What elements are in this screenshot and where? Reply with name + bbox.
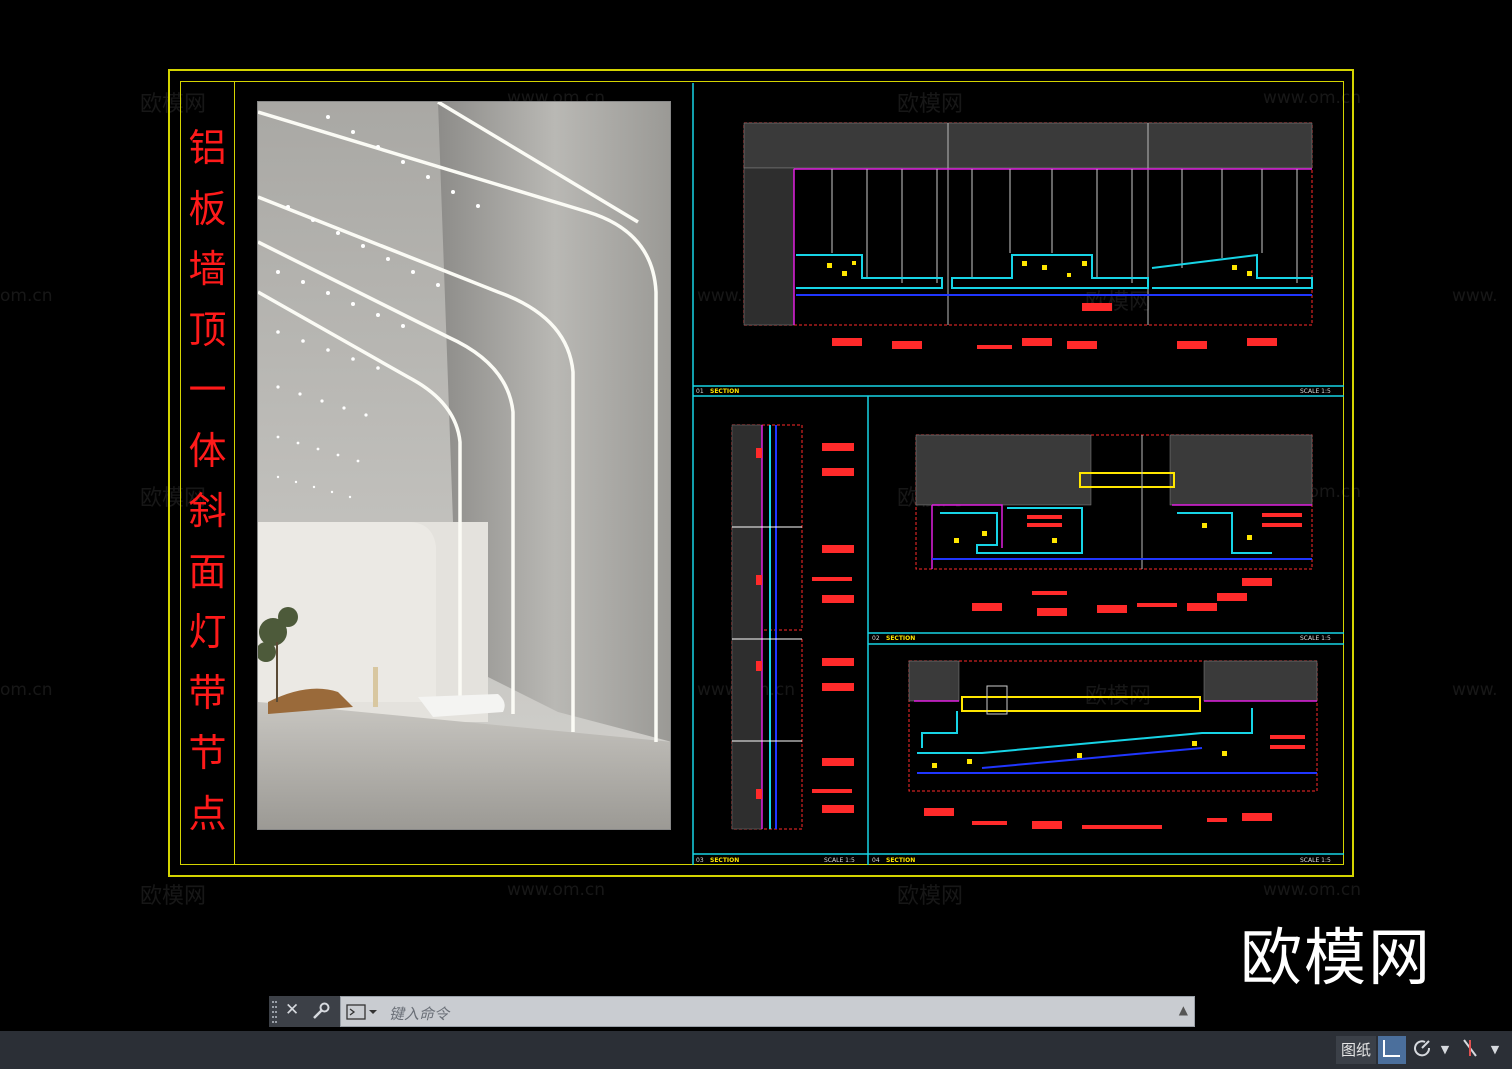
section-03-label: SECTION bbox=[710, 857, 739, 864]
sheet-title-char: 灯 bbox=[188, 610, 227, 654]
section-01-drawing bbox=[743, 122, 1313, 349]
section-01-label: SECTION bbox=[710, 388, 739, 395]
sheet-title-char: 面 bbox=[188, 549, 227, 594]
watermark-url: www.om.cn bbox=[1263, 880, 1362, 900]
section-01-scale: SCALE 1:5 bbox=[1300, 388, 1331, 395]
command-line-tools: ✕ bbox=[279, 996, 340, 1027]
status-bar: 图纸 ▼ ▼ bbox=[0, 1031, 1512, 1069]
watermark-url: om.cn bbox=[0, 286, 53, 306]
section-03-scale: SCALE 1:5 bbox=[824, 857, 855, 864]
command-placeholder: 键入命令 bbox=[389, 1005, 450, 1023]
section-02-label: SECTION bbox=[886, 635, 915, 642]
chevron-down-icon[interactable]: ▼ bbox=[1487, 1036, 1503, 1064]
section-02-drawing bbox=[915, 434, 1313, 616]
sheet-title-char: 铝 bbox=[188, 126, 227, 170]
cad-detail-area: 01 SECTION SCALE 1:5 02 SECTION SCALE 1:… bbox=[692, 83, 1344, 865]
wrench-icon[interactable] bbox=[311, 1001, 331, 1025]
sheet-title: 铝板墙顶一体斜面灯带节点 bbox=[180, 118, 235, 844]
sheet-title-char: 体 bbox=[188, 428, 227, 473]
ortho-icon[interactable] bbox=[1456, 1036, 1484, 1064]
chevron-up-icon[interactable]: ▲ bbox=[1179, 1003, 1188, 1017]
section-02-scale: SCALE 1:5 bbox=[1300, 635, 1331, 642]
section-04-drawing bbox=[908, 660, 1318, 829]
section-03-number: 03 bbox=[696, 857, 704, 864]
interior-render-image bbox=[257, 101, 671, 830]
terminal-icon[interactable] bbox=[346, 1004, 378, 1024]
section-04-scale: SCALE 1:5 bbox=[1300, 857, 1331, 864]
watermark-url: www. bbox=[1452, 680, 1498, 700]
watermark-url: om.cn bbox=[0, 680, 53, 700]
layout-tab-paper[interactable]: 图纸 bbox=[1336, 1036, 1376, 1064]
watermark-url: www. bbox=[1452, 286, 1498, 306]
sheet-title-char: 一 bbox=[188, 368, 227, 412]
command-line-grip[interactable] bbox=[269, 996, 279, 1027]
command-line: ✕ 键入命令 ▲ bbox=[269, 996, 1195, 1027]
sheet-title-char: 带 bbox=[188, 670, 227, 715]
sheet-title-char: 板 bbox=[188, 186, 227, 231]
grid-snap-icon[interactable] bbox=[1378, 1036, 1406, 1064]
section-04-number: 04 bbox=[872, 857, 880, 864]
sheet-title-char: 顶 bbox=[188, 307, 227, 352]
section-02-number: 02 bbox=[872, 635, 880, 642]
sheet-title-char: 节 bbox=[188, 731, 227, 775]
close-icon[interactable]: ✕ bbox=[285, 1000, 299, 1020]
watermark-brand: 欧模网 bbox=[140, 884, 207, 909]
sheet-title-char: 墙 bbox=[188, 247, 227, 291]
chevron-down-icon[interactable]: ▼ bbox=[1437, 1036, 1453, 1064]
command-input[interactable]: 键入命令 ▲ bbox=[340, 996, 1195, 1027]
section-01-number: 01 bbox=[696, 388, 704, 395]
watermark-url: www.om.cn bbox=[507, 880, 606, 900]
brand-logo: 欧模网 bbox=[1240, 921, 1433, 994]
sheet-title-char: 斜 bbox=[188, 489, 227, 533]
polar-tracking-icon[interactable] bbox=[1408, 1036, 1436, 1064]
section-03-drawing bbox=[731, 424, 854, 830]
watermark-brand: 欧模网 bbox=[897, 884, 964, 909]
section-04-label: SECTION bbox=[886, 857, 915, 864]
sheet-title-char: 点 bbox=[188, 791, 227, 836]
